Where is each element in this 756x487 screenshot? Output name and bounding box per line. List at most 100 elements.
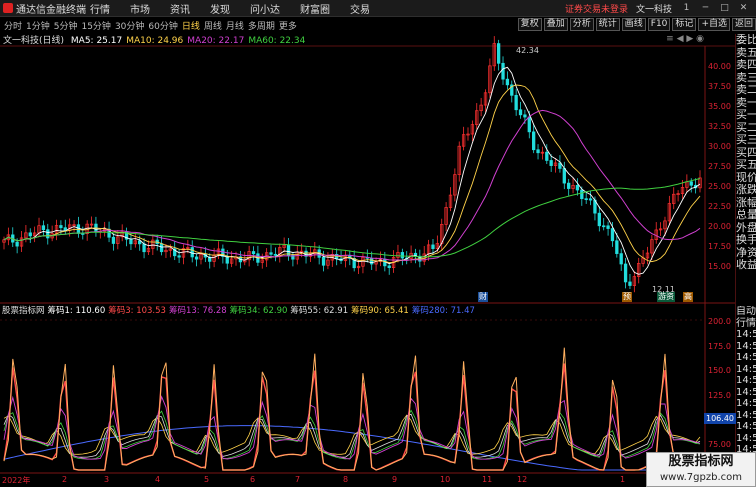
event-marker-0[interactable]: 财 — [478, 292, 488, 302]
candle-body — [387, 265, 391, 268]
indicator-legend-item-1: 筹码1: 110.60 — [47, 306, 106, 316]
date-tick-1: 2 — [62, 475, 68, 484]
quote-field-11: 现价 — [736, 171, 756, 184]
indicator-legend: 股票指标网 筹码1: 110.60 筹码3: 103.53 筹码13: 76.28 筹码… — [2, 304, 478, 316]
indicator-legend-item-4: 筹码34: 62.90 — [229, 306, 288, 316]
tick-row-7: 14:5 — [736, 386, 756, 398]
quote-field-12: 涨跌 — [736, 184, 756, 196]
tick-row-10: 14:5 — [736, 421, 756, 432]
price-tick-10: 15.00 — [708, 262, 731, 271]
indicator-tick-0: 200.0 — [708, 317, 731, 326]
chip3-line — [3, 363, 701, 471]
candle-body — [225, 256, 229, 264]
candle-body — [523, 114, 527, 118]
candle-body — [46, 229, 50, 239]
candle-body — [142, 243, 146, 253]
quote-side-panel: 委比 卖五 卖四 卖三 卖二 卖一 买一 买二 买三 买四 买五 现价 涨跌 涨幅 总量 外盘 换手 净资 收益 — [735, 34, 756, 306]
quote-field-16: 换手 — [736, 234, 756, 246]
candle-body — [602, 225, 606, 228]
candle-body — [177, 255, 181, 258]
quote-field-18: 收益 — [736, 259, 756, 271]
tick-row-2: 14:5 — [736, 329, 756, 340]
event-marker-3[interactable]: 高 — [683, 292, 693, 302]
candle-body — [619, 253, 623, 265]
kline-chart[interactable] — [0, 0, 735, 487]
quote-field-7: 买二 — [736, 121, 756, 134]
quote-field-1: 卖五 — [736, 46, 756, 59]
quote-field-3: 卖三 — [736, 71, 756, 84]
date-tick-8: 9 — [392, 475, 398, 484]
quote-field-10: 买五 — [736, 159, 756, 171]
candle-body — [190, 247, 194, 258]
indicator-tick-5: 75.00 — [708, 439, 731, 449]
candle-body — [505, 78, 510, 86]
candle-body — [584, 198, 588, 201]
indicator-legend-item-2: 筹码3: 103.53 — [108, 306, 166, 316]
indicator-current-value: 106.40 — [704, 413, 736, 424]
quote-field-13: 涨幅 — [736, 196, 756, 209]
date-tick-2: 3 — [104, 475, 110, 484]
high-price-label: 42.34 — [516, 46, 539, 55]
tick-row-5: 14:5 — [736, 363, 756, 375]
price-tick-0: 40.00 — [708, 62, 731, 71]
candle-body — [597, 212, 601, 227]
date-axis: 2022年2345678910111212 — [0, 474, 735, 487]
window-control-3[interactable]: ✕ — [737, 3, 750, 14]
indicator-legend-item-3: 筹码13: 76.28 — [168, 306, 227, 316]
price-tick-5: 27.50 — [708, 162, 731, 171]
candle-body — [606, 225, 610, 229]
candle-body — [549, 160, 553, 166]
candle-body — [580, 189, 584, 200]
candle-body — [41, 225, 46, 231]
tick-row-6: 14:5 — [736, 375, 756, 386]
ma60-line — [3, 178, 701, 258]
price-tick-8: 20.00 — [708, 222, 731, 231]
price-tick-3: 32.50 — [708, 122, 731, 131]
event-marker-1[interactable]: 预 — [622, 292, 632, 302]
price-tick-1: 37.50 — [708, 82, 731, 91]
candle-body — [159, 243, 164, 253]
indicator-tick-2: 150.0 — [708, 366, 731, 375]
tick-side-panel: 自动行情14:514:514:514:514:514:514:514:514:5… — [735, 306, 756, 466]
date-tick-10: 11 — [482, 475, 493, 484]
indicator-tick-1: 175.0 — [708, 341, 731, 351]
quote-field-17: 净资 — [736, 246, 756, 259]
price-tick-6: 25.00 — [708, 182, 731, 191]
quote-field-14: 总量 — [736, 209, 756, 221]
candle-body — [575, 185, 580, 191]
indicator-legend-item-7: 筹码280: 71.47 — [411, 306, 475, 316]
watermark-title: 股票指标网 — [668, 454, 734, 469]
candle-body — [269, 252, 273, 255]
candle-body — [251, 251, 256, 255]
candle-body — [514, 94, 518, 111]
quote-field-5: 卖一 — [736, 96, 756, 109]
date-tick-12: 1 — [620, 475, 626, 484]
price-tick-9: 17.50 — [708, 242, 731, 251]
event-marker-2[interactable]: 游资 — [657, 292, 675, 302]
tool-button-8[interactable]: 返回 — [731, 18, 756, 31]
date-tick-9: 10 — [440, 475, 451, 484]
date-tick-11: 12 — [517, 475, 528, 484]
watermark: 股票指标网 www.7gpzb.com — [646, 452, 756, 487]
date-tick-3: 4 — [155, 475, 161, 484]
tick-row-3: 14:5 — [736, 340, 756, 352]
quote-field-2: 卖四 — [736, 59, 756, 71]
quote-field-15: 外盘 — [736, 221, 756, 234]
indicator-tick-3: 125.0 — [708, 390, 731, 400]
candle-body — [129, 238, 133, 245]
candle-body — [496, 43, 501, 64]
candle-body — [111, 236, 116, 244]
candle-body — [610, 228, 615, 242]
price-tick-4: 30.00 — [708, 142, 731, 151]
tick-row-11: 14:5 — [736, 432, 756, 444]
candle-body — [431, 244, 435, 249]
quote-field-0: 委比 — [736, 34, 756, 46]
date-tick-5: 6 — [250, 475, 256, 484]
tick-row-1: 行情 — [736, 317, 756, 329]
tick-row-9: 14:5 — [736, 409, 756, 421]
candle-body — [623, 263, 628, 283]
quote-field-6: 买一 — [736, 109, 756, 121]
candle-body — [615, 240, 619, 254]
tick-row-8: 14:5 — [736, 398, 756, 409]
candle-body — [567, 182, 571, 189]
